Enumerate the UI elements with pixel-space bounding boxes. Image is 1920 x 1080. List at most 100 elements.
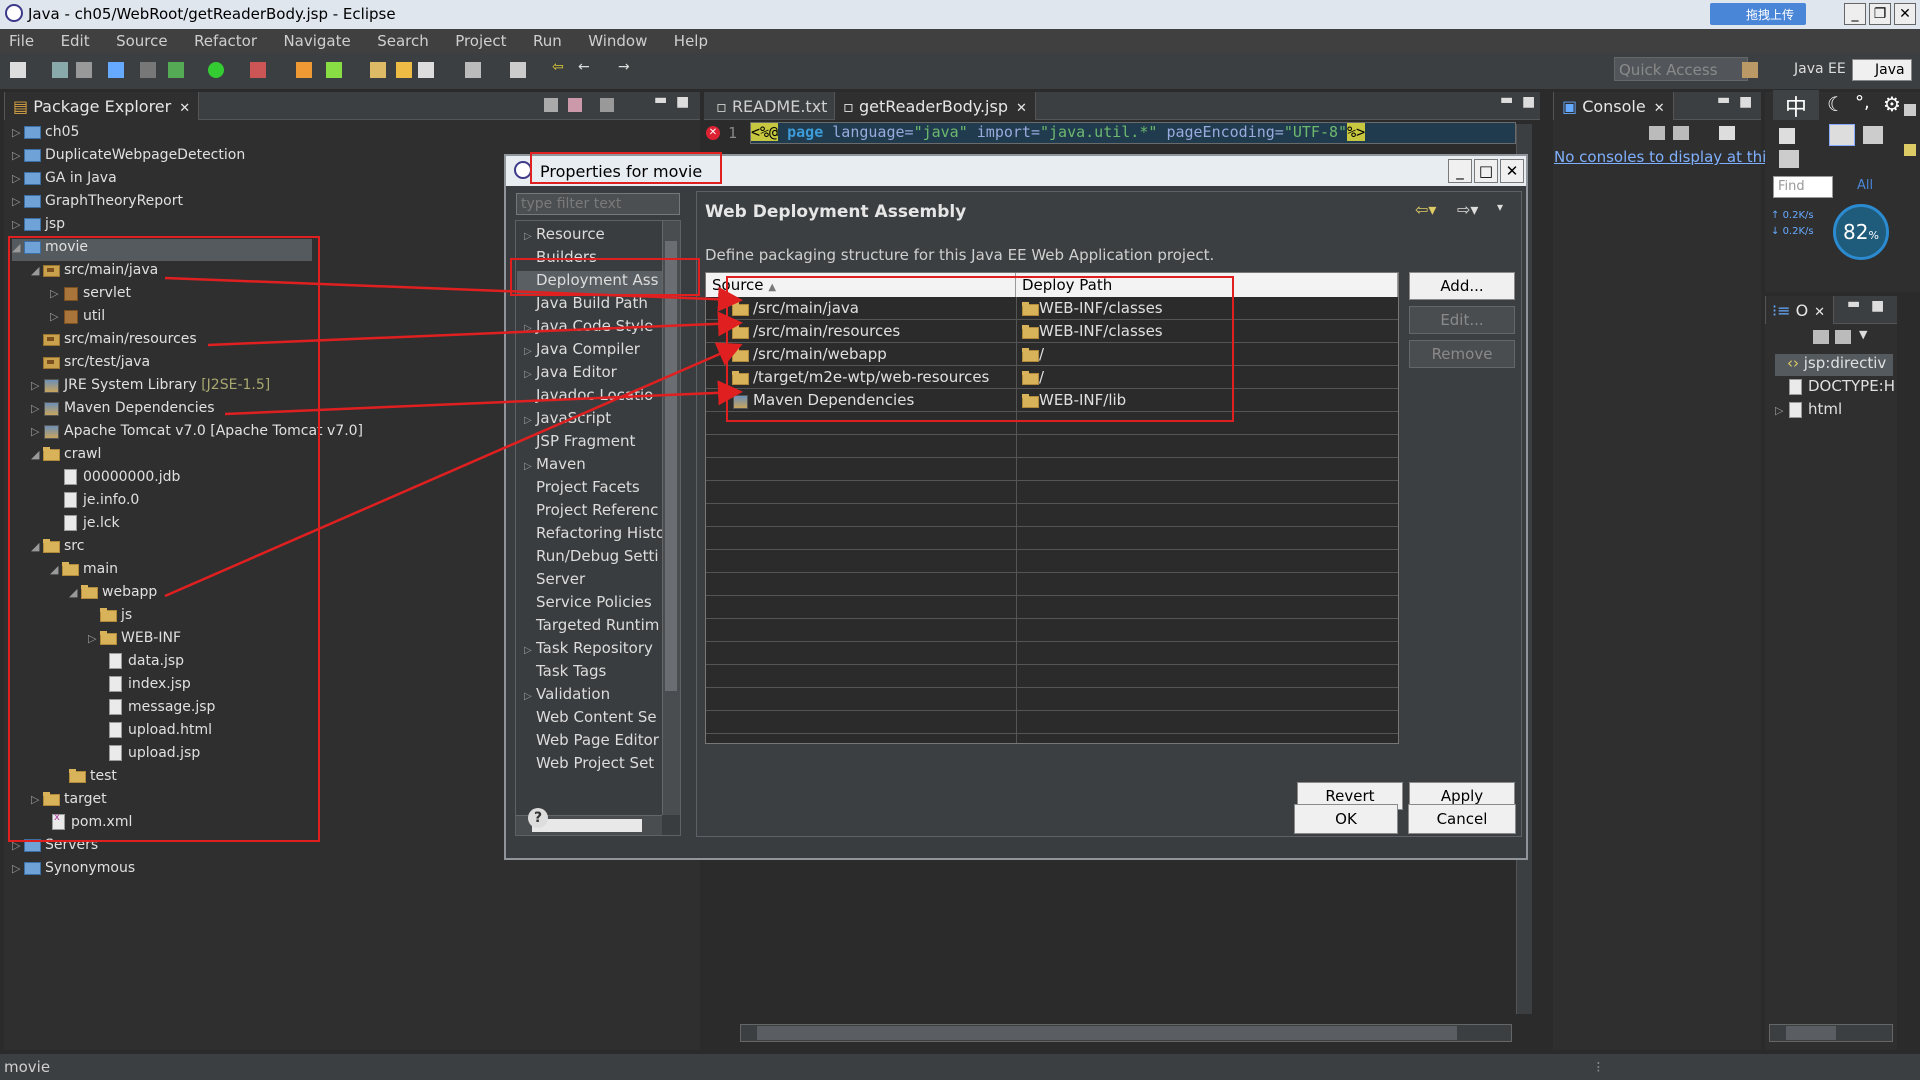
- next-annotation-icon[interactable]: [510, 62, 526, 78]
- skip-breakpoints-icon[interactable]: [140, 62, 156, 78]
- maximize-editor-icon[interactable]: ■: [1522, 94, 1535, 110]
- maximize-console-icon[interactable]: ■: [1739, 94, 1752, 110]
- minimize-console-icon[interactable]: ▬: [1717, 92, 1730, 108]
- maximize-view-icon[interactable]: ■: [676, 94, 689, 110]
- external-tools-icon[interactable]: [250, 62, 266, 78]
- restore-button[interactable]: ❐: [1869, 3, 1891, 25]
- tree-item-duplicate[interactable]: ▷ DuplicateWebpageDetection: [12, 147, 245, 169]
- expand-arrow-icon[interactable]: ▷: [524, 461, 536, 472]
- expand-arrow-icon[interactable]: ▷: [524, 323, 536, 334]
- nav-jsp-fragment[interactable]: JSP Fragment: [524, 432, 635, 455]
- code-line-1[interactable]: <%@ page language="java" import="java.ut…: [750, 122, 1516, 144]
- trim-icon[interactable]: [1904, 144, 1916, 156]
- forward-icon[interactable]: →: [618, 59, 634, 75]
- save-icon[interactable]: [52, 62, 68, 78]
- nav-project-references[interactable]: Project Referenc: [524, 501, 658, 524]
- focus-icon[interactable]: [1863, 126, 1883, 144]
- run-icon[interactable]: [208, 62, 224, 78]
- open-type-icon[interactable]: [370, 62, 386, 78]
- trim-icon[interactable]: [1904, 104, 1916, 116]
- expand-arrow-icon[interactable]: ▷: [524, 369, 536, 380]
- tab-package-explorer[interactable]: ▤ Package Explorer ✕: [4, 92, 200, 120]
- nav-java-editor[interactable]: ▷ Java Editor: [524, 363, 617, 386]
- expand-arrow-icon[interactable]: ▷: [524, 346, 536, 357]
- menu-run[interactable]: Run: [533, 29, 562, 50]
- outline-item-directive[interactable]: ‹› jsp:directiv: [1775, 354, 1893, 376]
- open-perspective-icon[interactable]: [1742, 62, 1758, 78]
- view-menu-icon[interactable]: [1779, 150, 1799, 168]
- tab-outline[interactable]: ⁝≡ O ✕: [1765, 296, 1835, 324]
- error-marker-icon[interactable]: ✕: [706, 126, 720, 140]
- minimize-button[interactable]: _: [1844, 3, 1866, 25]
- back-nav-icon[interactable]: ⇦▾: [1415, 200, 1436, 219]
- punctuation-icon[interactable]: °,: [1855, 92, 1870, 113]
- menu-window[interactable]: Window: [588, 29, 647, 50]
- expand-arrow-icon[interactable]: ▷: [12, 149, 24, 162]
- menu-source[interactable]: Source: [116, 29, 168, 50]
- close-window-button[interactable]: ✕: [1894, 3, 1916, 25]
- search-icon[interactable]: [418, 62, 434, 78]
- open-console-icon[interactable]: [1719, 126, 1735, 140]
- menu-navigate[interactable]: Navigate: [283, 29, 350, 50]
- ok-button[interactable]: OK: [1294, 804, 1398, 834]
- find-input[interactable]: Find: [1773, 176, 1833, 198]
- back-icon[interactable]: ←: [578, 59, 594, 75]
- nav-resource[interactable]: ▷ Resource: [524, 225, 605, 248]
- nav-task-repository[interactable]: ▷ Task Repository: [524, 639, 653, 662]
- moon-icon[interactable]: ☾: [1827, 92, 1845, 116]
- new-class-icon[interactable]: [326, 62, 342, 78]
- link-editor-icon[interactable]: [568, 98, 582, 112]
- close-tab-icon[interactable]: ✕: [1814, 305, 1825, 320]
- dialog-close-button[interactable]: ✕: [1500, 159, 1524, 183]
- menu-project[interactable]: Project: [455, 29, 506, 50]
- nav-vscroll-thumb[interactable]: [665, 241, 677, 691]
- tree-item-graph[interactable]: ▷ GraphTheoryReport: [12, 193, 183, 215]
- close-tab-icon[interactable]: ✕: [179, 101, 190, 116]
- expand-arrow-icon[interactable]: ▷: [12, 126, 24, 139]
- add-button[interactable]: Add...: [1409, 272, 1515, 300]
- categorized-icon[interactable]: [1829, 124, 1855, 146]
- annotation-icon[interactable]: [465, 62, 481, 78]
- outline-item-doctype[interactable]: DOCTYPE:H: [1775, 377, 1895, 399]
- nav-hscroll-thumb[interactable]: [532, 819, 642, 832]
- menu-search[interactable]: Search: [377, 29, 429, 50]
- outline-hscroll-thumb[interactable]: [1786, 1026, 1836, 1040]
- minimize-view-icon[interactable]: ▬: [654, 92, 667, 108]
- page-menu-icon[interactable]: ▾: [1497, 200, 1503, 214]
- maximize-outline-icon[interactable]: ■: [1871, 298, 1884, 314]
- nav-server[interactable]: Server: [524, 570, 585, 593]
- new-server-icon[interactable]: [296, 62, 312, 78]
- display-console-icon[interactable]: [1649, 126, 1665, 140]
- expand-arrow-icon[interactable]: ▷: [12, 218, 24, 231]
- nav-javadoc-location[interactable]: Javadoc Locatio: [524, 386, 653, 409]
- outline-item-html[interactable]: ▷ html: [1775, 400, 1842, 422]
- tree-item-jsp[interactable]: ▷ jsp: [12, 216, 65, 238]
- tab-getreaderbody[interactable]: ▫ getReaderBody.jsp ✕: [834, 92, 1036, 120]
- nav-service-policies[interactable]: Service Policies: [524, 593, 652, 616]
- all-link[interactable]: All: [1857, 178, 1873, 193]
- edit-button[interactable]: Edit...: [1409, 306, 1515, 334]
- perspective-javaee[interactable]: Java EE: [1772, 59, 1852, 81]
- expand-arrow-icon[interactable]: ▷: [12, 195, 24, 208]
- upload-badge[interactable]: 拖拽上传: [1710, 3, 1806, 25]
- collapse-all-icon[interactable]: [544, 98, 558, 112]
- nav-targeted-runtimes[interactable]: Targeted Runtim: [524, 616, 659, 639]
- nav-web-content-settings[interactable]: Web Content Se: [524, 708, 657, 731]
- tree-item-ch05[interactable]: ▷ ch05: [12, 124, 79, 146]
- nav-refactoring-history[interactable]: Refactoring Histo: [524, 524, 665, 547]
- nav-task-tags[interactable]: Task Tags: [524, 662, 606, 685]
- help-icon[interactable]: ?: [528, 808, 548, 828]
- expand-arrow-icon[interactable]: ▷: [524, 645, 536, 656]
- editor-hscrollbar[interactable]: [740, 1024, 1512, 1042]
- menu-refactor[interactable]: Refactor: [194, 29, 257, 50]
- new-icon[interactable]: [10, 62, 26, 78]
- perspective-java[interactable]: Java: [1852, 59, 1912, 81]
- remove-button[interactable]: Remove: [1409, 340, 1515, 368]
- quick-access-input[interactable]: Quick Access: [1614, 57, 1748, 81]
- last-edit-icon[interactable]: ⇦: [552, 59, 568, 75]
- dialog-maximize-button[interactable]: □: [1474, 159, 1498, 183]
- new-task-icon[interactable]: [1779, 128, 1795, 144]
- filter-input[interactable]: type filter text: [516, 193, 680, 215]
- debug-icon[interactable]: [168, 62, 184, 78]
- settings-gear-icon[interactable]: ⚙: [1883, 92, 1901, 116]
